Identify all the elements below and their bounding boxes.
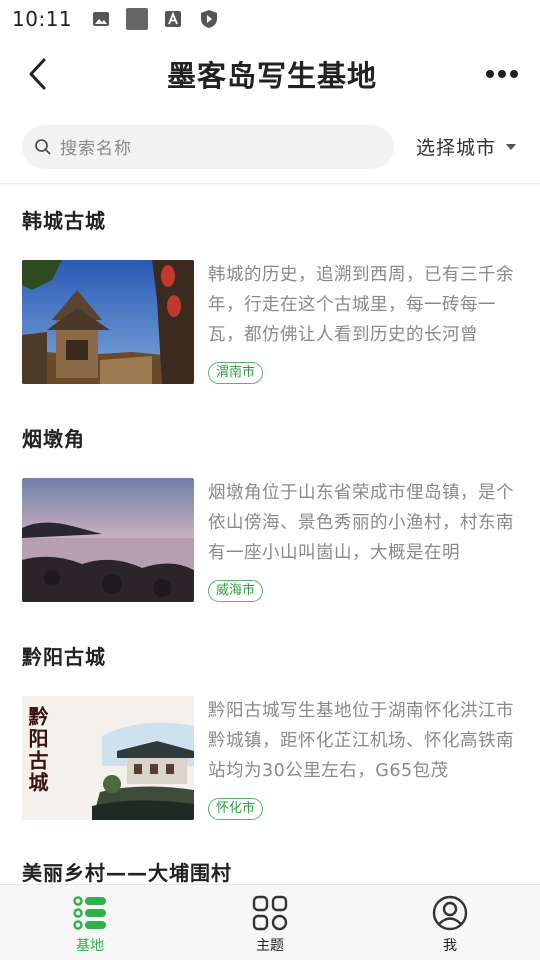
item-thumbnail: 黔阳古城	[22, 696, 194, 820]
back-button[interactable]	[26, 54, 62, 94]
page-title: 墨客岛写生基地	[166, 59, 377, 93]
image-icon	[90, 8, 112, 30]
app-header: 墨客岛写生基地	[0, 38, 540, 110]
city-select-label: 选择城市	[416, 137, 497, 159]
search-row: 搜索名称 选择城市	[0, 110, 540, 184]
search-icon	[35, 138, 51, 154]
tab-theme[interactable]: 主题	[180, 885, 360, 960]
city-select-dropdown[interactable]: 选择城市	[416, 133, 517, 160]
list-item[interactable]: 黔阳古城 黔阳古城 黔阳古城写生基地位于湖南怀化洪江市黔城镇，距怀化芷江机场、怀…	[22, 620, 518, 838]
city-tag: 渭南市	[208, 362, 264, 384]
list-item[interactable]: 韩城古城 韩城的历史，追溯到西周，已有三千余年，行走在这个古城里，每一砖每一瓦，…	[22, 184, 518, 402]
grid-icon	[252, 895, 288, 931]
status-time: 10:11	[12, 7, 73, 31]
item-title: 烟墩角	[22, 427, 85, 451]
chevron-left-icon	[29, 58, 46, 90]
item-description: 黔阳古城写生基地位于湖南怀化洪江市黔城镇，距怀化芷江机场、怀化高铁南站均为30公…	[208, 701, 514, 781]
a-box-icon	[162, 8, 184, 30]
list-item[interactable]: 美丽乡村——大埔围村	[22, 838, 518, 885]
list-item[interactable]: 烟墩角 烟墩角位于山东省荣成市俚岛镇，是个依山傍海、景色秀丽的小渔村，村东南有一…	[22, 402, 518, 620]
more-horizontal-icon	[485, 70, 518, 78]
item-description: 韩城的历史，追溯到西周，已有三千余年，行走在这个古城里，每一砖每一瓦，都仿佛让人…	[208, 265, 514, 345]
item-thumbnail	[22, 478, 194, 602]
app-screen: 10:11 墨客岛写生基地 搜索名称 选择城市 韩城古城 韩城的历史，追溯到西周…	[0, 0, 540, 960]
caret-down-icon	[506, 143, 517, 150]
item-description: 烟墩角位于山东省荣成市俚岛镇，是个依山傍海、景色秀丽的小渔村，村东南有一座小山叫…	[208, 483, 514, 563]
item-title: 韩城古城	[22, 209, 106, 233]
poster-text: 黔阳古城	[25, 706, 49, 794]
item-thumbnail	[22, 260, 194, 384]
tab-label: 我	[443, 938, 457, 954]
search-input[interactable]: 搜索名称	[22, 124, 394, 169]
status-bar: 10:11	[0, 0, 540, 38]
more-button[interactable]	[482, 54, 522, 94]
item-title: 黔阳古城	[22, 645, 106, 669]
tab-base[interactable]: 基地	[0, 885, 180, 960]
bottom-tab-bar: 基地 主题 我	[0, 884, 540, 960]
shield-icon	[198, 8, 220, 30]
tab-label: 主题	[256, 938, 284, 954]
city-tag: 威海市	[208, 580, 264, 602]
search-placeholder: 搜索名称	[60, 139, 132, 159]
base-list: 韩城古城 韩城的历史，追溯到西周，已有三千余年，行走在这个古城里，每一砖每一瓦，…	[0, 184, 540, 885]
list-icon	[73, 896, 106, 930]
tab-label: 基地	[76, 938, 104, 954]
user-icon	[432, 895, 468, 931]
city-tag: 怀化市	[208, 798, 264, 820]
square-icon	[126, 8, 149, 30]
tab-me[interactable]: 我	[360, 885, 540, 960]
